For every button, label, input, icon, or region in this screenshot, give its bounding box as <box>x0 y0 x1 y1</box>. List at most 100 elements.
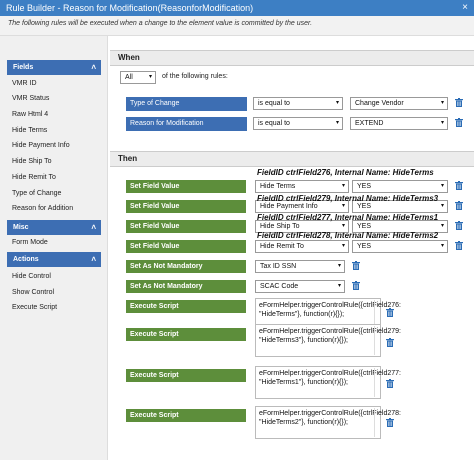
action-value: YES <box>357 223 372 230</box>
action-label-set-field-value: Set Field Value <box>126 220 246 233</box>
sidebar-item-show-control[interactable]: Show Control <box>12 289 54 296</box>
action-label-set-field-value: Set Field Value <box>126 200 246 213</box>
action-label-execute-script: Execute Script <box>126 409 246 422</box>
actions-header-label: Actions <box>13 256 39 263</box>
script-code: eFormHelper.triggerControlRule({ctrlFiel… <box>259 370 402 386</box>
trash-icon[interactable] <box>386 379 394 388</box>
when-section-header: When <box>110 50 474 66</box>
trash-icon[interactable] <box>352 261 360 270</box>
rule-editor: When All ▾ of the following rules: Type … <box>110 48 474 460</box>
trash-icon[interactable] <box>455 201 463 210</box>
trash-icon[interactable] <box>386 308 394 317</box>
action-target-select[interactable]: Tax ID SSN ▾ <box>255 260 345 273</box>
sidebar-item-reason-for-addition[interactable]: Reason for Addition <box>12 205 73 212</box>
rule-description: The following rules will be executed whe… <box>0 16 474 36</box>
window-title: Rule Builder - Reason for Modification(R… <box>6 3 254 13</box>
trash-icon[interactable] <box>455 98 463 107</box>
fields-header-label: Fields <box>13 64 34 71</box>
misc-accordion-header[interactable]: Misc ˄ <box>7 220 101 235</box>
caret-down-icon: ▾ <box>337 283 341 289</box>
action-value-select[interactable]: YES ▾ <box>352 180 448 193</box>
sidebar-item-type-of-change[interactable]: Type of Change <box>12 190 61 197</box>
trash-icon[interactable] <box>455 221 463 230</box>
annotation-field-279: FieldID ctrlField279, Internal Name: Hid… <box>257 194 439 203</box>
rule-value-select[interactable]: EXTEND ▾ <box>350 117 448 130</box>
sidebar-item-execute-script[interactable]: Execute Script <box>12 304 57 311</box>
trash-icon[interactable] <box>386 418 394 427</box>
action-target-select[interactable]: Hide Terms ▾ <box>255 180 349 193</box>
caret-down-icon: ▾ <box>335 120 339 126</box>
rule-value: Change Vendor <box>355 100 404 107</box>
misc-header-label: Misc <box>13 224 29 231</box>
action-target: Hide Terms <box>260 183 296 190</box>
action-target-select[interactable]: Hide Remit To ▾ <box>255 240 349 253</box>
trash-icon[interactable] <box>455 181 463 190</box>
sidebar-item-hide-payment-info[interactable]: Hide Payment Info <box>12 142 70 149</box>
action-target: Hide Payment Info <box>260 203 318 210</box>
action-value: YES <box>357 203 372 210</box>
script-code: eFormHelper.triggerControlRule({ctrlFiel… <box>259 328 402 344</box>
rule-value-select[interactable]: Change Vendor ▾ <box>350 97 448 110</box>
trash-icon[interactable] <box>386 338 394 347</box>
sidebar-item-raw-html-4[interactable]: Raw Html 4 <box>12 111 48 118</box>
quantifier-select[interactable]: All ▾ <box>120 71 156 84</box>
trash-icon[interactable] <box>455 118 463 127</box>
scrollbar[interactable] <box>374 326 379 355</box>
script-code: eFormHelper.triggerControlRule({ctrlFiel… <box>259 410 402 426</box>
caret-down-icon: ▾ <box>440 243 444 249</box>
scrollbar[interactable] <box>374 368 379 397</box>
rule-operator-select[interactable]: is equal to ▾ <box>253 117 343 130</box>
action-label-set-field-value: Set Field Value <box>126 180 246 193</box>
caret-down-icon: ▾ <box>148 74 152 80</box>
chevron-up-icon[interactable]: ˄ <box>91 252 96 267</box>
action-value-select[interactable]: YES ▾ <box>352 240 448 253</box>
annotation-field-276: FieldID ctrlField276, Internal Name: Hid… <box>257 168 434 177</box>
annotation-field-277: FieldID ctrlField277, Internal Name: Hid… <box>257 213 439 222</box>
rule-value: EXTEND <box>355 120 384 127</box>
script-editor[interactable]: eFormHelper.triggerControlRule({ctrlFiel… <box>255 324 401 357</box>
caret-down-icon: ▾ <box>335 100 339 106</box>
rules-label: of the following rules: <box>162 73 228 80</box>
action-target-select[interactable]: SCAC Code ▾ <box>255 280 345 293</box>
script-code: eFormHelper.triggerControlRule({ctrlFiel… <box>259 302 402 318</box>
window-title-bar: Rule Builder - Reason for Modification(R… <box>0 0 474 16</box>
action-target: Hide Remit To <box>260 243 304 250</box>
sidebar-item-hide-remit-to[interactable]: Hide Remit To <box>12 174 56 181</box>
close-icon[interactable]: × <box>462 0 468 16</box>
action-label-execute-script: Execute Script <box>126 369 246 382</box>
caret-down-icon: ▾ <box>440 203 444 209</box>
caret-down-icon: ▾ <box>341 183 345 189</box>
action-label-set-as-not-mandatory: Set As Not Mandatory <box>126 260 246 273</box>
action-label-execute-script: Execute Script <box>126 328 246 341</box>
annotation-field-278: FieldID ctrlField278, Internal Name: Hid… <box>257 231 439 240</box>
caret-down-icon: ▾ <box>440 100 444 106</box>
script-editor[interactable]: eFormHelper.triggerControlRule({ctrlFiel… <box>255 406 401 439</box>
caret-down-icon: ▾ <box>337 263 341 269</box>
script-editor[interactable]: eFormHelper.triggerControlRule({ctrlFiel… <box>255 366 401 399</box>
action-value: YES <box>357 243 372 250</box>
rule-operator-select[interactable]: is equal to ▾ <box>253 97 343 110</box>
caret-down-icon: ▾ <box>440 120 444 126</box>
fields-accordion-header[interactable]: Fields ˄ <box>7 60 101 75</box>
trash-icon[interactable] <box>455 241 463 250</box>
action-label-execute-script: Execute Script <box>126 300 246 313</box>
then-section-header: Then <box>110 151 474 167</box>
sidebar-item-vmr-status[interactable]: VMR Status <box>12 95 49 102</box>
sidebar-item-hide-terms[interactable]: Hide Terms <box>12 127 47 134</box>
trash-icon[interactable] <box>352 281 360 290</box>
actions-accordion-header[interactable]: Actions ˄ <box>7 252 101 267</box>
chevron-up-icon[interactable]: ˄ <box>91 220 96 235</box>
rule-field-reason-for-modification: Reason for Modification <box>126 117 247 131</box>
action-label-set-as-not-mandatory: Set As Not Mandatory <box>126 280 246 293</box>
rule-field-type-of-change: Type of Change <box>126 97 247 111</box>
operator-value: is equal to <box>258 120 290 127</box>
operator-value: is equal to <box>258 100 290 107</box>
chevron-up-icon[interactable]: ˄ <box>91 60 96 75</box>
sidebar-item-hide-control[interactable]: Hide Control <box>12 273 51 280</box>
sidebar-item-vmr-id[interactable]: VMR ID <box>12 80 37 87</box>
action-target: Hide Ship To <box>260 223 300 230</box>
scrollbar[interactable] <box>374 408 379 437</box>
sidebar-item-form-mode[interactable]: Form Mode <box>12 239 48 246</box>
left-panel: Fields ˄ VMR ID VMR Status Raw Html 4 Hi… <box>0 36 108 460</box>
sidebar-item-hide-ship-to[interactable]: Hide Ship To <box>12 158 52 165</box>
